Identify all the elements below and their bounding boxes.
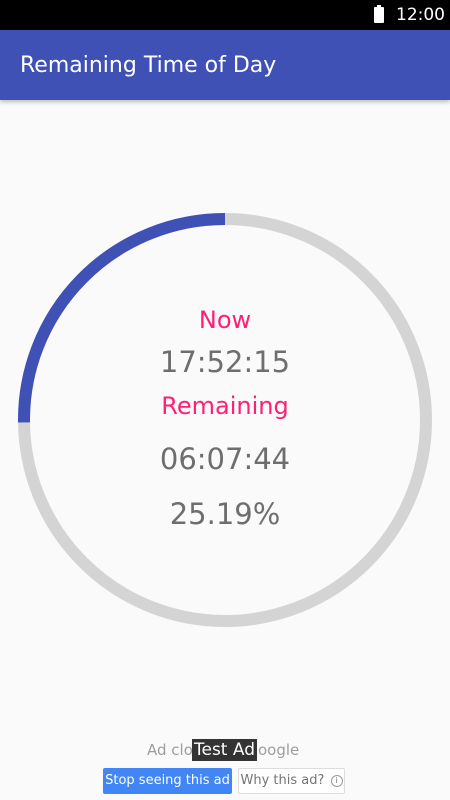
- stop-seeing-ad-button[interactable]: Stop seeing this ad: [103, 768, 232, 794]
- now-label: Now: [198, 306, 252, 334]
- remaining-label: Remaining: [161, 392, 289, 420]
- ad-google-text: oogle: [258, 741, 300, 759]
- now-value: 17:52:15: [159, 345, 291, 379]
- percent-value: 25.19%: [169, 497, 281, 531]
- remaining-value: 06:07:44: [159, 442, 291, 476]
- test-ad-badge: Test Ad: [192, 739, 258, 761]
- why-this-ad-button[interactable]: Why this ad? i: [238, 768, 345, 794]
- info-icon: i: [330, 774, 343, 787]
- why-this-ad-label: Why this ad?: [240, 773, 325, 788]
- ad-closed-text: Ad clo: [147, 741, 193, 759]
